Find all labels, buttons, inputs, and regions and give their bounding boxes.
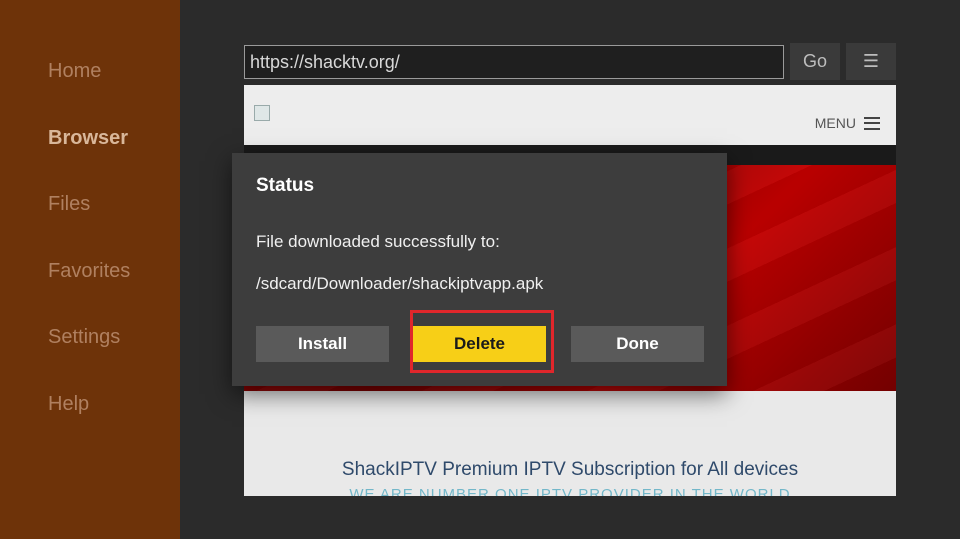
sidebar-item-home[interactable]: Home <box>48 60 101 83</box>
highlight-box <box>410 310 554 373</box>
sidebar-item-browser[interactable]: Browser <box>48 127 128 150</box>
sidebar-item-settings[interactable]: Settings <box>48 326 120 349</box>
sidebar-item-help[interactable]: Help <box>48 393 89 416</box>
browser-menu-button[interactable]: ☰ <box>846 43 896 80</box>
broken-image-icon <box>254 105 270 121</box>
site-header: MENU <box>244 85 896 145</box>
dialog-file-path: /sdcard/Downloader/shackiptvapp.apk <box>256 274 544 293</box>
site-menu-label: MENU <box>814 115 856 131</box>
site-menu-button[interactable]: MENU <box>815 115 880 131</box>
site-subtitle: WE ARE NUMBER ONE IPTV PROVIDER IN THE W… <box>349 486 791 496</box>
dialog-message: File downloaded successfully to: <box>256 232 500 251</box>
sidebar: Home Browser Files Favorites Settings He… <box>0 0 180 539</box>
sidebar-item-favorites[interactable]: Favorites <box>48 260 130 283</box>
done-button[interactable]: Done <box>571 326 704 362</box>
site-title: ShackIPTV Premium IPTV Subscription for … <box>341 459 799 480</box>
dialog-title: Status <box>256 175 315 196</box>
install-button[interactable]: Install <box>256 326 389 362</box>
go-button[interactable]: Go <box>790 43 840 80</box>
url-input[interactable]: https://shacktv.org/ <box>244 45 784 79</box>
hamburger-icon <box>864 116 880 130</box>
hamburger-icon: ☰ <box>862 51 880 71</box>
sidebar-item-files[interactable]: Files <box>48 193 90 216</box>
